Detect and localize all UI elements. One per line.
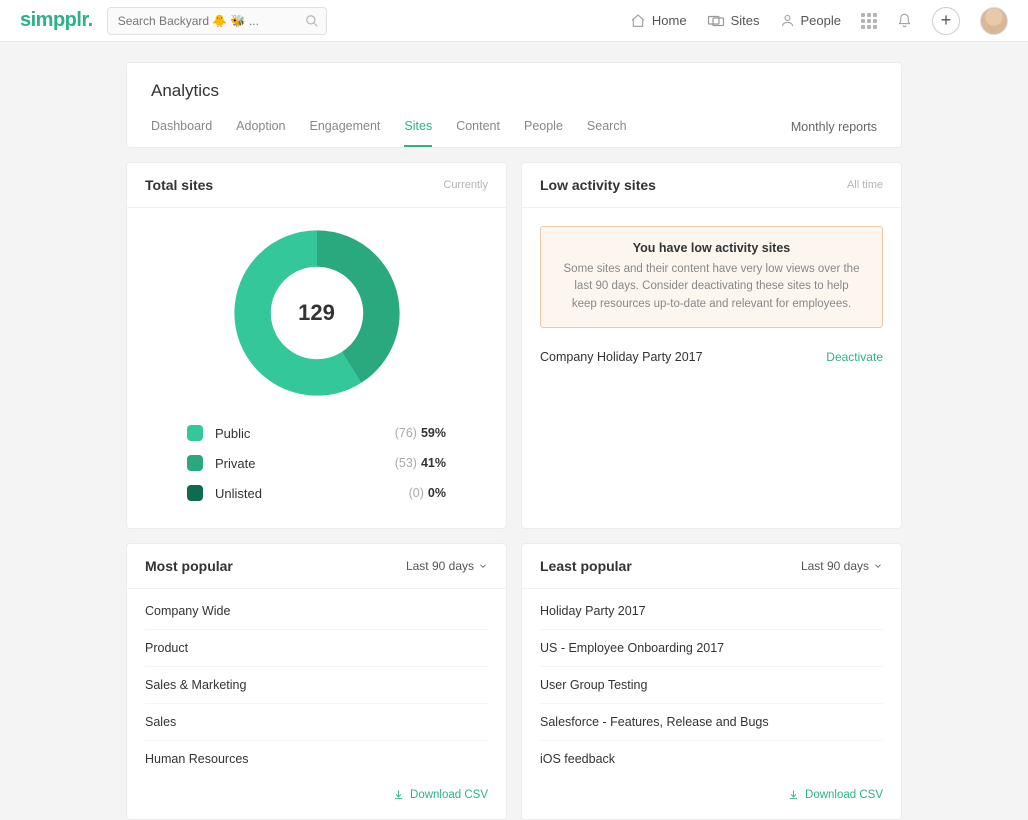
most-popular-list: Company Wide Product Sales & Marketing S… bbox=[127, 589, 506, 777]
search-input[interactable] bbox=[107, 7, 327, 35]
low-activity-row: Company Holiday Party 2017 Deactivate bbox=[540, 342, 883, 372]
least-popular-list: Holiday Party 2017 US - Employee Onboard… bbox=[522, 589, 901, 777]
total-sites-donut: 129 bbox=[232, 228, 402, 398]
tab-people[interactable]: People bbox=[524, 119, 563, 147]
legend-row-private: Private (53)41% bbox=[187, 448, 446, 478]
nav-home[interactable]: Home bbox=[630, 13, 687, 29]
tab-content[interactable]: Content bbox=[456, 119, 500, 147]
donut-center-value: 129 bbox=[232, 228, 402, 398]
most-popular-range[interactable]: Last 90 days bbox=[406, 559, 488, 573]
list-item[interactable]: Human Resources bbox=[145, 741, 488, 777]
nav-people[interactable]: People bbox=[780, 13, 841, 28]
user-avatar[interactable] bbox=[980, 7, 1008, 35]
tab-row: Dashboard Adoption Engagement Sites Cont… bbox=[151, 119, 877, 147]
swatch-public bbox=[187, 425, 203, 441]
deactivate-link[interactable]: Deactivate bbox=[826, 350, 883, 364]
least-popular-title: Least popular bbox=[540, 558, 632, 574]
swatch-unlisted bbox=[187, 485, 203, 501]
list-item[interactable]: Holiday Party 2017 bbox=[540, 593, 883, 630]
sites-icon bbox=[707, 14, 725, 28]
list-item[interactable]: iOS feedback bbox=[540, 741, 883, 777]
notifications[interactable] bbox=[897, 13, 912, 28]
tab-sites[interactable]: Sites bbox=[404, 119, 432, 147]
low-activity-site-name: Company Holiday Party 2017 bbox=[540, 350, 703, 364]
brand-logo[interactable]: simpplr. bbox=[20, 9, 93, 32]
tab-search[interactable]: Search bbox=[587, 119, 627, 147]
people-icon bbox=[780, 13, 795, 28]
list-item[interactable]: US - Employee Onboarding 2017 bbox=[540, 630, 883, 667]
download-icon bbox=[788, 789, 799, 800]
list-item[interactable]: Salesforce - Features, Release and Bugs bbox=[540, 704, 883, 741]
low-activity-title: Low activity sites bbox=[540, 177, 656, 193]
plus-icon: + bbox=[941, 10, 952, 31]
monthly-reports-link[interactable]: Monthly reports bbox=[791, 120, 877, 146]
total-sites-legend: Public (76)59% Private (53)41% Unlisted … bbox=[127, 408, 506, 528]
chevron-down-icon bbox=[478, 561, 488, 571]
nav-sites-label: Sites bbox=[731, 13, 760, 28]
most-popular-title: Most popular bbox=[145, 558, 233, 574]
legend-label: Unlisted bbox=[215, 486, 262, 501]
page-title: Analytics bbox=[151, 81, 877, 101]
top-nav: Home Sites People + bbox=[630, 7, 1008, 35]
list-item[interactable]: Company Wide bbox=[145, 593, 488, 630]
least-popular-card: Least popular Last 90 days Holiday Party… bbox=[521, 543, 902, 820]
list-item[interactable]: Sales & Marketing bbox=[145, 667, 488, 704]
list-item[interactable]: User Group Testing bbox=[540, 667, 883, 704]
low-activity-subtitle: All time bbox=[847, 179, 883, 191]
add-button[interactable]: + bbox=[932, 7, 960, 35]
low-activity-card: Low activity sites All time You have low… bbox=[521, 162, 902, 529]
apps-grid-icon bbox=[861, 13, 877, 29]
apps-menu[interactable] bbox=[861, 13, 877, 29]
download-csv-most-popular[interactable]: Download CSV bbox=[393, 789, 488, 801]
search-icon[interactable] bbox=[305, 14, 319, 28]
legend-row-public: Public (76)59% bbox=[187, 418, 446, 448]
swatch-private bbox=[187, 455, 203, 471]
nav-sites[interactable]: Sites bbox=[707, 13, 760, 28]
warning-body: Some sites and their content have very l… bbox=[561, 261, 862, 313]
legend-label: Public bbox=[215, 426, 250, 441]
search-field-wrap bbox=[107, 7, 327, 35]
chevron-down-icon bbox=[873, 561, 883, 571]
low-activity-warning: You have low activity sites Some sites a… bbox=[540, 226, 883, 328]
analytics-header-card: Analytics Dashboard Adoption Engagement … bbox=[126, 62, 902, 148]
total-sites-subtitle: Currently bbox=[443, 179, 488, 191]
tab-dashboard[interactable]: Dashboard bbox=[151, 119, 212, 147]
total-sites-title: Total sites bbox=[145, 177, 213, 193]
topbar: simpplr. Home Sites People bbox=[0, 0, 1028, 42]
home-icon bbox=[630, 13, 646, 29]
total-sites-card: Total sites Currently 129 Public (7 bbox=[126, 162, 507, 529]
tab-adoption[interactable]: Adoption bbox=[236, 119, 285, 147]
legend-label: Private bbox=[215, 456, 255, 471]
download-csv-least-popular[interactable]: Download CSV bbox=[788, 789, 883, 801]
download-icon bbox=[393, 789, 404, 800]
list-item[interactable]: Sales bbox=[145, 704, 488, 741]
nav-home-label: Home bbox=[652, 13, 687, 28]
tab-engagement[interactable]: Engagement bbox=[310, 119, 381, 147]
most-popular-card: Most popular Last 90 days Company Wide P… bbox=[126, 543, 507, 820]
bell-icon bbox=[897, 13, 912, 28]
nav-people-label: People bbox=[801, 13, 841, 28]
least-popular-range[interactable]: Last 90 days bbox=[801, 559, 883, 573]
legend-row-unlisted: Unlisted (0)0% bbox=[187, 478, 446, 508]
list-item[interactable]: Product bbox=[145, 630, 488, 667]
warning-title: You have low activity sites bbox=[561, 241, 862, 255]
